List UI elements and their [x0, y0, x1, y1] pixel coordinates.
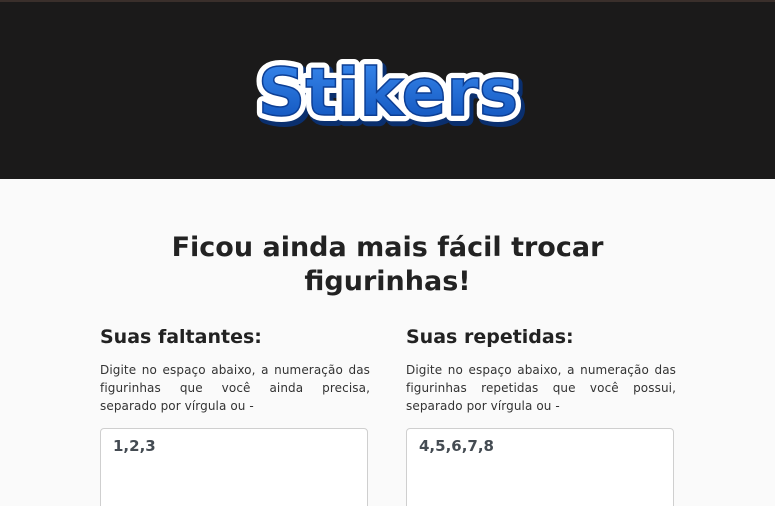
duplicate-stickers-input[interactable]: 4,5,6,7,8 [406, 428, 674, 506]
logo-graphic: Stikers Stikers Stikers [251, 48, 527, 141]
missing-stickers-input[interactable]: 1,2,3 [100, 428, 368, 506]
duplicates-title: Suas repetidas: [406, 326, 574, 348]
missing-stickers-section: Suas faltantes: Digite no espaço abaixo,… [100, 325, 370, 506]
main-content: Ficou ainda mais fácil trocar figurinhas… [0, 179, 775, 506]
missing-description: Digite no espaço abaixo, a numeração das… [100, 363, 370, 413]
page-headline: Ficou ainda mais fácil trocar figurinhas… [0, 231, 775, 299]
stikers-logo[interactable]: Stikers Stikers Stikers [238, 41, 538, 141]
headline-line-2: figurinhas! [304, 266, 471, 298]
duplicates-description: Digite no espaço abaixo, a numeração das… [406, 363, 676, 413]
logo-text: Stikers [257, 54, 517, 131]
site-header: Stikers Stikers Stikers [0, 2, 775, 179]
duplicate-stickers-section: Suas repetidas: Digite no espaço abaixo,… [406, 325, 676, 506]
headline-line-1: Ficou ainda mais fácil trocar [171, 232, 604, 264]
missing-title: Suas faltantes: [100, 326, 262, 348]
